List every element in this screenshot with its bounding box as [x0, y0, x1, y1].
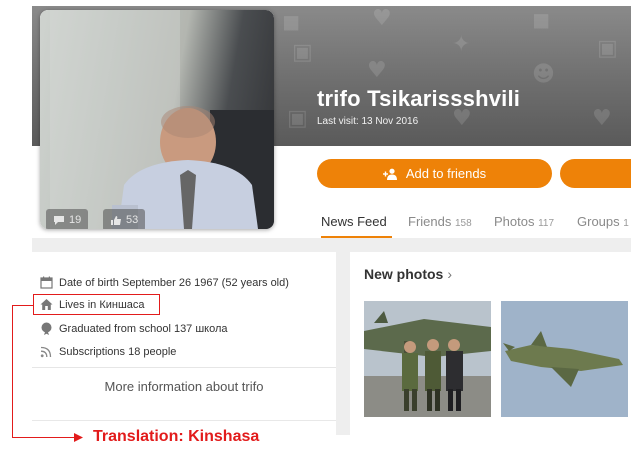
photo-pattern-icon: ▣ [292, 40, 313, 65]
photo-pattern-icon: ▣ [287, 106, 308, 131]
photo-pattern-icon: ▣ [597, 36, 618, 61]
tab-groups[interactable]: Groups 1 [577, 214, 629, 229]
tab-count: 158 [454, 218, 472, 229]
annotation-highlight-box [33, 294, 160, 315]
annotation-line [12, 305, 14, 438]
new-photos-heading[interactable]: New photos › [364, 266, 452, 282]
add-to-friends-label: Add to friends [405, 166, 487, 181]
tab-count: 117 [538, 218, 555, 229]
add-user-icon [382, 168, 397, 180]
heart-pattern-icon: ♥ [592, 106, 612, 131]
photo-thumbnail[interactable] [364, 301, 491, 417]
photo-image [364, 301, 491, 417]
tab-label: Friends [408, 214, 452, 229]
info-school-text: Graduated from school 137 школа [59, 322, 228, 335]
info-subscriptions: Subscriptions 18 people [40, 345, 176, 358]
photo-image [501, 301, 628, 417]
education-icon [41, 322, 52, 335]
like-pattern-icon: ✦ [452, 32, 471, 57]
last-visit: Last visit: 13 Nov 2016 [317, 116, 419, 127]
secondary-action-button[interactable] [560, 159, 631, 188]
column-divider [336, 238, 350, 435]
profile-name: trifo Tsikarissshvili [317, 86, 521, 111]
add-to-friends-button[interactable]: Add to friends [317, 159, 552, 188]
avatar-comments[interactable]: 19 [46, 209, 89, 229]
thumbs-up-icon [111, 215, 121, 225]
chevron-right-icon: › [447, 266, 453, 282]
annotation-line [12, 437, 76, 439]
tab-photos[interactable]: Photos 117 [494, 214, 554, 229]
info-school: Graduated from school 137 школа [40, 322, 228, 335]
tab-news-feed[interactable]: News Feed [321, 214, 387, 229]
new-photos-label: New photos [364, 266, 444, 282]
info-birth: Date of birth September 26 1967 (52 year… [40, 276, 289, 289]
avatar-likes[interactable]: 53 [103, 209, 146, 229]
avatar[interactable]: 19 53 [40, 10, 274, 229]
avatar-comments-count: 19 [69, 214, 82, 226]
tab-label: News Feed [321, 214, 387, 229]
rss-icon [40, 346, 52, 358]
tab-label: Groups [577, 214, 620, 229]
heart-pattern-icon: ♥ [367, 58, 387, 83]
tab-friends[interactable]: Friends 158 [408, 214, 472, 229]
tab-count: 1 [623, 218, 629, 229]
more-information-link[interactable]: More information about trifo [32, 367, 336, 404]
annotation-arrow-icon [74, 433, 83, 442]
comment-icon [54, 215, 64, 225]
annotation-line [12, 305, 33, 307]
face-pattern-icon: ☻ [532, 62, 555, 87]
tab-label: Photos [494, 214, 535, 229]
info-subscriptions-text: Subscriptions 18 people [59, 345, 177, 358]
avatar-photo[interactable] [40, 10, 274, 229]
avatar-likes-count: 53 [126, 214, 139, 226]
annotation-translation: Translation: Kinshasa [93, 428, 260, 445]
avatar-image [50, 10, 274, 229]
photo-thumbnail[interactable] [501, 301, 628, 417]
info-birth-text: Date of birth September 26 1967 (52 year… [59, 276, 289, 289]
section-divider [32, 238, 631, 252]
camera-pattern-icon: ◼ [282, 10, 301, 35]
camera-pattern-icon: ◼ [532, 8, 551, 33]
info-card-footer [32, 404, 336, 421]
calendar-icon [40, 276, 53, 289]
heart-pattern-icon: ♥ [372, 6, 392, 31]
